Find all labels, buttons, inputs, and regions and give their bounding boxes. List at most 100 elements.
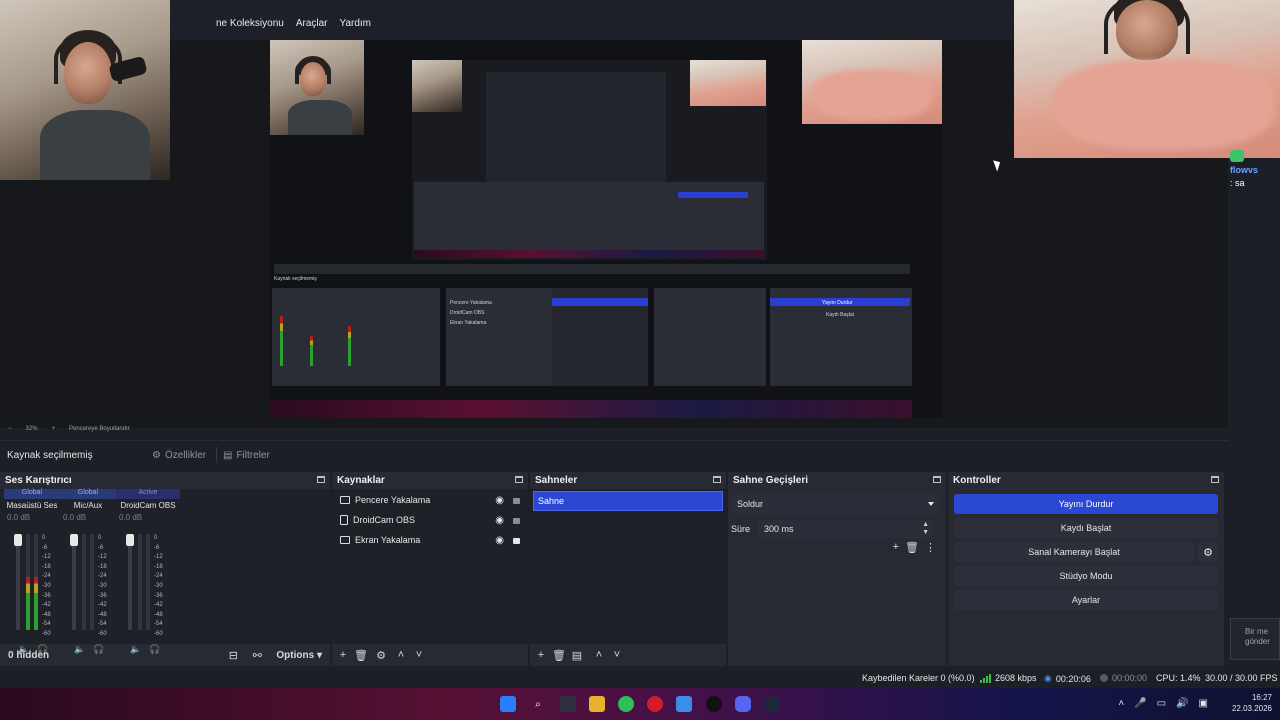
network-icon[interactable]: ▣ (1199, 698, 1208, 709)
channel-db: 0.0 dB (119, 513, 143, 522)
more-icon[interactable]: ⋮ (925, 541, 936, 554)
mixer-channel-desktop: Global Masaüstü Ses 0.0 dB 0 -6 -12 -18 -24-… (4, 489, 60, 654)
start-icon[interactable] (500, 696, 516, 712)
volume-slider[interactable] (14, 534, 22, 630)
dock-undock-icon[interactable] (317, 476, 325, 483)
db-scale: 0 -6 -12 -18 -24 -30 -36 -42 -48 -54 -60 (154, 535, 163, 637)
zoom-bar: − 32% + Pencereye Boyutlandır (8, 426, 130, 432)
vu-meter (138, 534, 142, 630)
menu-scene-collection[interactable]: ne Koleksiyonu (216, 18, 284, 29)
vu-meter (90, 534, 94, 630)
vu-meter (146, 534, 150, 630)
microphone-icon[interactable]: 🎤 (1134, 698, 1146, 709)
add-icon[interactable]: + (532, 646, 550, 664)
chevron-up-icon[interactable]: ˄ (1118, 698, 1124, 709)
db-scale: 0 -6 -12 -18 -24 -30 -36 -42 -48 -54 -60 (98, 535, 107, 637)
discord-icon[interactable] (735, 696, 751, 712)
task-view-icon[interactable] (560, 696, 576, 712)
trash-icon[interactable]: 🗑 (352, 646, 370, 664)
fit-to-window[interactable]: Pencereye Boyutlandır (69, 426, 130, 432)
window-capture-icon (340, 496, 350, 504)
layout-icon[interactable]: ⊟ (224, 646, 242, 664)
source-item[interactable]: Pencere Yakalama ◉ (332, 490, 528, 510)
transition-select[interactable]: Soldur (731, 494, 940, 514)
dropped-frames: Kaybedilen Kareler 0 (%0.0) (862, 673, 975, 683)
gear-icon[interactable]: ⚙ (372, 646, 390, 664)
whatsapp-icon[interactable] (618, 696, 634, 712)
filters-button[interactable]: ▤ Filtreler (216, 446, 276, 464)
lock-icon[interactable] (513, 498, 520, 504)
filter-icon: ▤ (223, 449, 233, 461)
chevron-down-icon[interactable]: ˅ (608, 646, 626, 664)
fps-readout: 30.00 / 30.00 FPS (1205, 673, 1278, 683)
sources-title: Kaynaklar (337, 475, 385, 486)
lock-icon[interactable] (513, 518, 520, 524)
options-button[interactable]: Options ▾ (276, 650, 322, 661)
add-icon[interactable]: + (893, 541, 899, 554)
volume-icon[interactable]: 🔊 (1176, 698, 1188, 709)
bitrate: 2608 kbps (980, 673, 1037, 683)
menu-help[interactable]: Yardım (340, 18, 372, 29)
channel-name[interactable]: Mic/Aux (60, 499, 116, 513)
zoom-in-icon[interactable]: + (52, 426, 56, 432)
source-item[interactable]: Ekran Yakalama ◉ (332, 530, 528, 550)
stream-time: ◉ 00:20:06 (1044, 673, 1091, 684)
lock-icon[interactable] (513, 538, 520, 544)
steam-icon[interactable] (764, 696, 780, 712)
trash-icon[interactable]: 🗑 (905, 541, 919, 554)
dock-undock-icon[interactable] (1211, 476, 1219, 483)
scene-item[interactable]: Sahne (533, 491, 723, 511)
channel-name[interactable]: Masaüstü Ses (4, 499, 60, 513)
menu-tools[interactable]: Araçlar (296, 18, 328, 29)
visibility-eye-icon[interactable]: ◉ (495, 515, 504, 526)
taskbar-clock[interactable]: 16:27 22.03.2026 (1232, 692, 1272, 714)
properties-button[interactable]: ⚙ Özellikler (146, 446, 212, 464)
visibility-eye-icon[interactable]: ◉ (495, 535, 504, 546)
spinner-icon[interactable]: ▲ ▼ (922, 521, 929, 537)
virtual-camera-settings-button[interactable]: ⚙ (1198, 542, 1218, 562)
chat-overlay: flowvs : sa (1230, 150, 1280, 188)
chevron-up-icon[interactable]: ˄ (590, 646, 608, 664)
duration-input[interactable]: 300 ms ▲ ▼ (758, 520, 934, 538)
visibility-eye-icon[interactable]: ◉ (495, 495, 504, 506)
start-recording-button[interactable]: Kaydı Başlat (954, 518, 1218, 538)
transitions-title: Sahne Geçişleri (733, 475, 809, 486)
advanced-audio-icon[interactable]: ⚯ (248, 646, 266, 664)
zoom-out-icon[interactable]: − (8, 426, 12, 432)
filter-icon[interactable]: ▤ (568, 646, 586, 664)
transitions-dock: Sahne Geçişleri Soldur Süre 300 ms ▲ ▼ + … (728, 472, 946, 666)
file-explorer-icon[interactable] (589, 696, 605, 712)
start-virtual-camera-button[interactable]: Sanal Kamerayı Başlat (954, 542, 1194, 562)
obs-icon[interactable] (706, 696, 722, 712)
opera-icon[interactable] (647, 696, 663, 712)
app-icon[interactable] (676, 696, 692, 712)
dock-undock-icon[interactable] (515, 476, 523, 483)
source-item[interactable]: DroidCam OBS ◉ (332, 510, 528, 530)
settings-button[interactable]: Ayarlar (954, 590, 1218, 610)
sources-dock: Kaynaklar Pencere Yakalama ◉ DroidCam OB… (332, 472, 528, 666)
display-icon[interactable]: ▭ (1157, 698, 1166, 709)
display-capture-icon (340, 536, 350, 544)
dock-undock-icon[interactable] (713, 476, 721, 483)
obs-window: ne Koleksiyonu Araçlar Yardım Kaynak seç… (0, 0, 1280, 720)
channel-name[interactable]: DroidCam OBS (116, 499, 180, 513)
gear-icon: ⚙ (1203, 546, 1213, 559)
chevron-up-icon[interactable]: ˄ (392, 646, 410, 664)
chevron-down-icon[interactable]: ˅ (410, 646, 428, 664)
studio-mode-button[interactable]: Stüdyo Modu (954, 566, 1218, 586)
signal-icon (980, 673, 991, 683)
add-icon[interactable]: + (334, 646, 352, 664)
dock-undock-icon[interactable] (933, 476, 941, 483)
stop-streaming-button[interactable]: Yayını Durdur (954, 494, 1218, 514)
search-icon[interactable]: ⌕ (530, 696, 546, 712)
volume-slider[interactable] (126, 534, 134, 630)
cpu-usage: CPU: 1.4% (1156, 673, 1201, 683)
notification-toast[interactable]: Bir me gönder (1230, 618, 1280, 660)
hidden-count: 0 hidden (8, 649, 50, 661)
db-scale: 0 -6 -12 -18 -24 -30 -36 -42 -48 -54 -60 (42, 535, 51, 637)
vu-meter (82, 534, 86, 630)
nested-preview: Kaynak seçilmemiş Pencere Yakalama Droid… (270, 44, 912, 418)
vu-meter (26, 534, 30, 630)
volume-slider[interactable] (70, 534, 78, 630)
trash-icon[interactable]: 🗑 (550, 646, 568, 664)
